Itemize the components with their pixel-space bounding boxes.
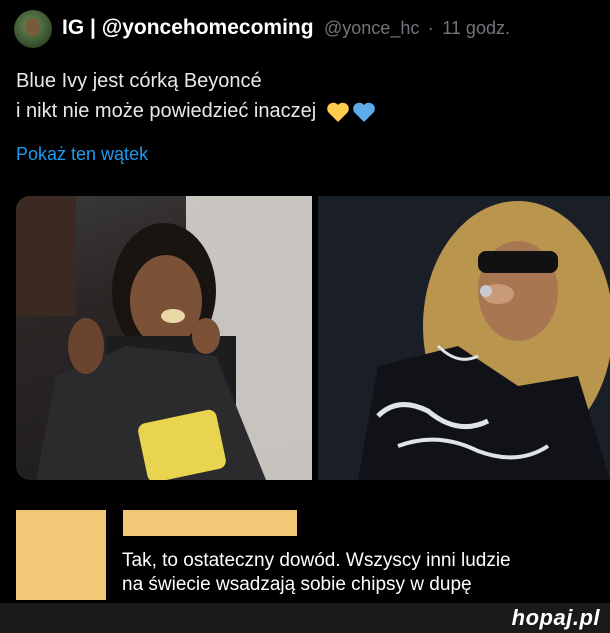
reply-text-line2: na świecie wsadzają sobie chipsy w dupę (122, 574, 472, 595)
reply-avatar-redacted (16, 510, 106, 600)
hopaj-logo[interactable]: hopaj.pl (512, 605, 600, 631)
footer: hopaj.pl (0, 603, 610, 633)
timestamp[interactable]: 11 godz. (442, 18, 510, 38)
blue-heart-icon (352, 102, 375, 122)
handle[interactable]: @yonce_hc (324, 18, 419, 38)
photo-left-illustration (16, 196, 312, 480)
tweet-avatar[interactable] (14, 10, 52, 48)
yellow-heart-icon (326, 102, 349, 122)
tweet-header: IG | @yoncehomecoming @yonce_hc · 11 god… (62, 16, 510, 40)
tweet-text-line2-wrap: i nikt nie może powiedzieć inaczej (16, 96, 376, 126)
photo-right-illustration (318, 196, 610, 480)
tweet-text-line1: Blue Ivy jest córką Beyoncé (16, 70, 262, 92)
photo-right[interactable] (318, 196, 610, 480)
meta-separator: · (427, 18, 434, 38)
show-thread-link[interactable]: Pokaż ten wątek (16, 144, 148, 165)
reply-username-redacted (123, 510, 297, 536)
tweet-text: Blue Ivy jest córką Beyoncé i nikt nie m… (16, 66, 376, 126)
display-name[interactable]: IG | @yoncehomecoming (62, 16, 314, 39)
tweet-media[interactable] (16, 196, 610, 480)
reply-comment: Tak, to ostateczny dowód. Wszyscy inni l… (0, 500, 610, 603)
reply-text-line1: Tak, to ostateczny dowód. Wszyscy inni l… (122, 550, 511, 571)
reply-text: Tak, to ostateczny dowód. Wszyscy inni l… (122, 549, 602, 597)
tweet: IG | @yoncehomecoming @yonce_hc · 11 god… (0, 0, 610, 500)
hearts (326, 101, 376, 123)
photo-left[interactable] (16, 196, 312, 480)
tweet-text-line2: i nikt nie może powiedzieć inaczej (16, 100, 317, 122)
